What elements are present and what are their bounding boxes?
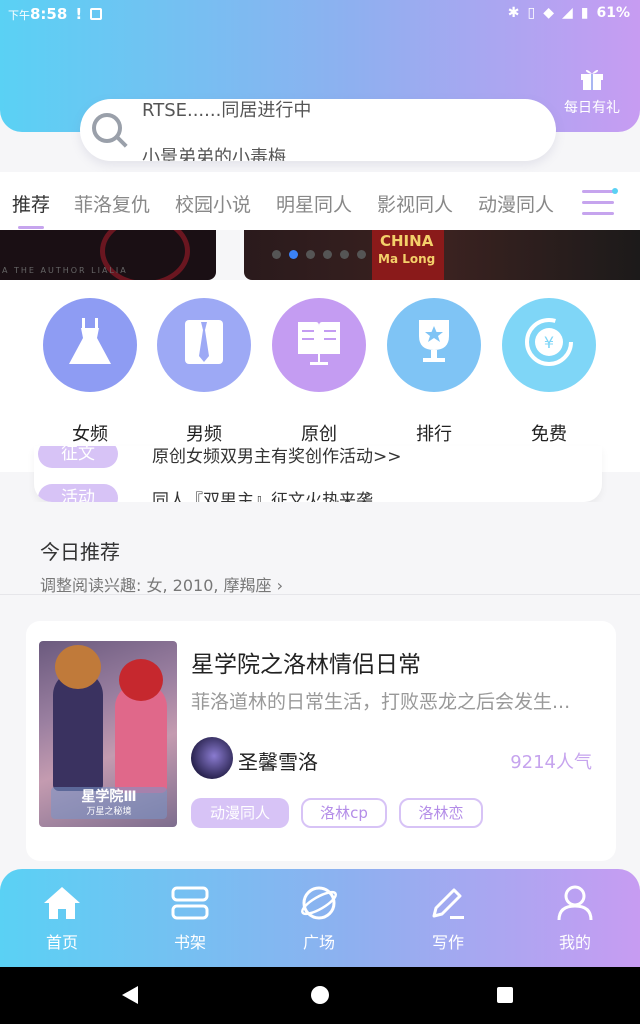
search-suggestion: 小景弟弟的小毒梅 bbox=[142, 147, 286, 161]
nav-label: 我的 bbox=[558, 933, 591, 952]
planet-icon bbox=[274, 883, 364, 923]
nav-plaza[interactable]: 广场 bbox=[274, 883, 364, 953]
nav-write[interactable]: 写作 bbox=[403, 883, 493, 953]
home-circle-icon[interactable] bbox=[311, 986, 329, 1004]
banner-text: CHINA bbox=[380, 232, 434, 250]
daily-gift-button[interactable]: 每日有礼 bbox=[560, 64, 624, 117]
bookshelf-icon bbox=[145, 883, 235, 923]
signal-icon: ◢ bbox=[561, 5, 573, 21]
category-tabs: 推荐 菲洛复仇 校园小说 明星同人 影视同人 动漫同人 bbox=[0, 172, 640, 230]
status-bar: 下午8:58 ! ✱ ▯ ◆ ◢ ▮ 61% bbox=[0, 0, 640, 30]
category-female[interactable]: 女频 bbox=[35, 298, 145, 446]
page-dot bbox=[306, 250, 315, 259]
daily-gift-label: 每日有礼 bbox=[564, 100, 620, 116]
category-label: 排行 bbox=[416, 424, 452, 445]
battery-icon: ▮ bbox=[580, 5, 589, 21]
notice-tag: 征文 bbox=[38, 446, 118, 468]
book-description: 菲洛道林的日常生活，打败恶龙之后会发生... bbox=[191, 691, 571, 713]
recommend-section-header: 今日推荐 调整阅读兴趣: 女, 2010, 摩羯座 › bbox=[0, 502, 640, 595]
user-icon bbox=[530, 883, 620, 923]
category-original[interactable]: 原创 bbox=[264, 298, 374, 446]
category-label: 原创 bbox=[301, 424, 337, 445]
notice-tag: 活动 bbox=[38, 484, 118, 502]
tab-anime[interactable]: 动漫同人 bbox=[478, 190, 554, 217]
nav-label: 书架 bbox=[173, 933, 206, 952]
trophy-icon bbox=[411, 316, 457, 375]
search-suggestion: RTSE......同居进行中 bbox=[142, 100, 312, 121]
pen-icon bbox=[403, 883, 493, 923]
back-icon[interactable] bbox=[122, 986, 138, 1004]
dress-icon bbox=[67, 316, 113, 375]
search-icon bbox=[92, 113, 122, 143]
category-label: 女频 bbox=[72, 424, 108, 445]
cover-title: 星学院Ⅲ bbox=[81, 789, 137, 805]
recent-apps-icon[interactable] bbox=[497, 987, 513, 1003]
nav-label: 首页 bbox=[45, 933, 78, 952]
bluetooth-icon: ✱ bbox=[507, 5, 520, 21]
status-time: 下午8:58 bbox=[8, 5, 68, 23]
battery-level: 61% bbox=[596, 5, 630, 21]
reading-interest-link[interactable]: 调整阅读兴趣: 女, 2010, 摩羯座 › bbox=[40, 572, 283, 596]
page-dot bbox=[323, 250, 332, 259]
banner-caption: A THE AUTHOR LIALIA bbox=[2, 266, 128, 275]
alert-icon: ! bbox=[75, 5, 83, 23]
page-dot bbox=[340, 250, 349, 259]
vibrate-icon: ▯ bbox=[527, 5, 536, 21]
section-title: 今日推荐 bbox=[40, 540, 120, 564]
banner-pagination bbox=[272, 250, 366, 259]
nav-profile[interactable]: 我的 bbox=[530, 883, 620, 953]
banner-text: Ma Long bbox=[378, 252, 436, 266]
tab-celebrity[interactable]: 明星同人 bbox=[276, 190, 352, 217]
popularity-count: 9214人气 bbox=[510, 752, 592, 773]
nav-bookshelf[interactable]: 书架 bbox=[145, 883, 235, 953]
nav-home[interactable]: 首页 bbox=[17, 883, 107, 953]
author-avatar[interactable] bbox=[191, 737, 233, 779]
yen-coin-icon: ¥ bbox=[523, 316, 575, 375]
page-dot bbox=[272, 250, 281, 259]
page-dot bbox=[357, 250, 366, 259]
cover-subtitle: 万星之秘境 bbox=[86, 807, 132, 817]
category-label: 免费 bbox=[531, 424, 567, 445]
book-cover: 星学院Ⅲ 万星之秘境 bbox=[39, 641, 177, 827]
notice-ticker[interactable]: 征文 原创女频双男主有奖创作活动>> 活动 同人『双男主』征文火热来袭 bbox=[34, 446, 602, 502]
tab-film[interactable]: 影视同人 bbox=[377, 190, 453, 217]
chevron-right-icon: › bbox=[276, 576, 284, 595]
notice-text: 同人『双男主』征文火热来袭 bbox=[152, 491, 373, 502]
book-tag[interactable]: 洛林恋 bbox=[399, 798, 483, 828]
notice-text: 原创女频双男主有奖创作活动>> bbox=[152, 447, 402, 467]
category-grid: 女频 男频 原创 排行 ¥ 免费 bbox=[0, 280, 640, 472]
banner-left[interactable]: A THE AUTHOR LIALIA bbox=[0, 230, 216, 280]
shirt-tie-icon bbox=[181, 316, 227, 375]
wifi-icon: ◆ bbox=[543, 5, 554, 21]
tab-feiluo[interactable]: 菲洛复仇 bbox=[74, 190, 150, 217]
category-ranking[interactable]: 排行 bbox=[379, 298, 489, 446]
page-dot-active bbox=[289, 250, 298, 259]
gift-icon bbox=[560, 64, 624, 97]
author-name: 圣馨雪洛 bbox=[238, 750, 318, 774]
book-title: 星学院之洛林情侣日常 bbox=[191, 652, 421, 678]
book-card[interactable]: 星学院Ⅲ 万星之秘境 星学院之洛林情侣日常 菲洛道林的日常生活，打败恶龙之后会发生… bbox=[26, 621, 616, 861]
tab-recommend[interactable]: 推荐 bbox=[12, 190, 50, 229]
category-free[interactable]: ¥ 免费 bbox=[494, 298, 604, 446]
app-notification-icon bbox=[90, 8, 103, 20]
category-label: 男频 bbox=[186, 424, 222, 445]
menu-icon[interactable] bbox=[582, 188, 618, 218]
bottom-navigation: 首页 书架 广场 写作 我的 bbox=[0, 869, 640, 967]
svg-text:¥: ¥ bbox=[544, 333, 554, 352]
tab-campus[interactable]: 校园小说 bbox=[175, 190, 251, 217]
system-nav-bar bbox=[0, 967, 640, 1024]
nav-label: 广场 bbox=[302, 933, 335, 952]
category-male[interactable]: 男频 bbox=[149, 298, 259, 446]
open-book-icon bbox=[294, 316, 344, 375]
home-icon bbox=[17, 883, 107, 923]
book-tag[interactable]: 动漫同人 bbox=[191, 798, 289, 828]
banner-main[interactable]: CHINA Ma Long bbox=[244, 230, 640, 280]
book-tag[interactable]: 洛林cp bbox=[301, 798, 387, 828]
search-bar[interactable]: RTSE......同居进行中 小景弟弟的小毒梅 bbox=[80, 99, 556, 161]
nav-label: 写作 bbox=[431, 933, 464, 952]
